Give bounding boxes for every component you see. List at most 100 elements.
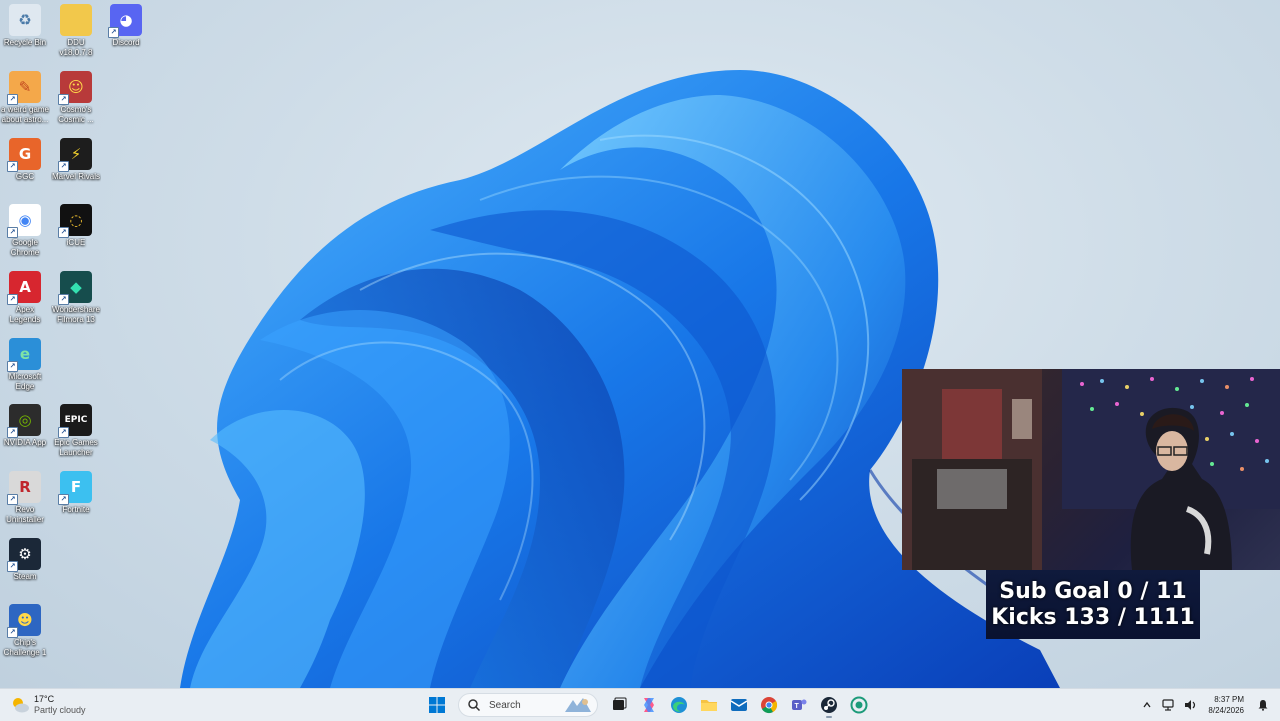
svg-text:T: T <box>795 703 800 710</box>
discord-icon: ◕ ↗ <box>108 4 142 38</box>
taskbar-chrome-button[interactable] <box>756 692 782 718</box>
shortcut-arrow-icon: ↗ <box>58 427 69 438</box>
outlook-button[interactable] <box>726 692 752 718</box>
partly-cloudy-icon <box>10 695 30 715</box>
volume-button[interactable] <box>1182 696 1200 714</box>
shortcut-arrow-icon: ↗ <box>7 627 18 638</box>
desktop-icon-label: Google Chrome <box>10 238 40 257</box>
desktop-icon-icue[interactable]: ◌ ↗ iCUE <box>51 204 101 248</box>
chrome-icon <box>761 697 778 714</box>
network-button[interactable] <box>1160 696 1178 714</box>
desktop-icon-steam[interactable]: ⚙ ↗ Steam <box>0 538 50 582</box>
taskbar-search[interactable]: Search <box>458 693 598 717</box>
start-icon <box>429 697 445 713</box>
desktop-icon-marvel-rivals[interactable]: ⚡ ↗ Marvel Rivals <box>51 138 101 182</box>
edge-icon <box>671 697 687 713</box>
weather-temperature: 17°C <box>34 694 55 704</box>
sub-goal-text: Sub Goal 0 / 11 <box>999 578 1187 604</box>
taskbar: 17°C Partly cloudy Search T 8:37 PM 8/24… <box>0 688 1280 721</box>
stream-goal-panel: Sub Goal 0 / 11 Kicks 133 / 1111 <box>986 570 1200 639</box>
desktop-icon-cosmo-game[interactable]: ☺ ↗ Cosmo's Cosmic ... <box>51 71 101 125</box>
search-highlight-icon <box>565 698 591 712</box>
taskbar-clock[interactable]: 8:37 PM 8/24/2026 <box>1208 694 1244 716</box>
teams-icon: T <box>792 699 807 710</box>
desktop-icon-fortnite[interactable]: F ↗ Fortnite <box>51 471 101 515</box>
teams-button[interactable]: T <box>786 692 812 718</box>
folder-icon <box>60 4 92 36</box>
notifications-button[interactable] <box>1254 696 1272 714</box>
search-placeholder: Search <box>489 699 521 711</box>
desktop-icon-label: Cosmo's Cosmic ... <box>58 105 94 124</box>
nvidia-icon: ◎ ↗ <box>7 404 41 438</box>
recycle-bin-icon: ♻ <box>9 4 41 36</box>
desktop-icon-label: DDU v18.0.7.8 <box>59 38 93 57</box>
desktop-icon-game[interactable]: ✎ ↗ a weird game about astro... <box>0 71 50 125</box>
file-explorer-icon <box>701 700 717 711</box>
kicks-text: Kicks 133 / 1111 <box>991 604 1195 630</box>
search-icon <box>468 699 481 712</box>
shortcut-arrow-icon: ↗ <box>7 94 18 105</box>
app-icon <box>850 696 868 714</box>
desktop-icon-label: iCUE <box>66 238 86 247</box>
desktop-icon-label: a weird game about astro... <box>0 105 50 124</box>
copilot-button[interactable] <box>636 692 662 718</box>
desktop-icon-label: GGC <box>15 172 35 181</box>
task-view-button[interactable] <box>606 692 632 718</box>
weather-description: Partly cloudy <box>34 705 86 715</box>
desktop-icon-nvidia[interactable]: ◎ ↗ NVIDIA App <box>0 404 50 448</box>
desktop-icon-label: Wondershare Filmora 13 <box>52 305 100 324</box>
chrome-icon: ◉ ↗ <box>7 204 41 238</box>
desktop-icon-epic-games[interactable]: EPIC ↗ Epic Games Launcher <box>51 404 101 458</box>
fortnite-icon: F ↗ <box>58 471 92 505</box>
desktop-icon-recycle-bin[interactable]: ♻ Recycle Bin <box>0 4 50 48</box>
desktop-icon-apex-legends[interactable]: A ↗ Apex Legends <box>0 271 50 325</box>
shortcut-arrow-icon: ↗ <box>58 161 69 172</box>
desktop-icon-label: Discord <box>112 38 140 47</box>
outlook-icon <box>730 699 748 711</box>
shortcut-arrow-icon: ↗ <box>7 294 18 305</box>
desktop-icon-label: Revo Uninstaller <box>6 505 44 524</box>
volume-icon <box>1185 700 1196 710</box>
cosmo-game-icon: ☺ ↗ <box>58 71 92 105</box>
desktop-icon-chrome[interactable]: ◉ ↗ Google Chrome <box>0 204 50 258</box>
shortcut-arrow-icon: ↗ <box>7 227 18 238</box>
start-button[interactable] <box>424 692 450 718</box>
weather-widget[interactable]: 17°C Partly cloudy <box>10 694 86 716</box>
taskbar-center: Search T <box>422 692 874 718</box>
task-view-icon <box>613 697 627 710</box>
shortcut-arrow-icon: ↗ <box>58 294 69 305</box>
taskbar-edge-button[interactable] <box>666 692 692 718</box>
desktop-icon-revo[interactable]: R ↗ Revo Uninstaller <box>0 471 50 525</box>
system-tray: 8:37 PM 8/24/2026 <box>1136 689 1280 721</box>
icue-icon: ◌ ↗ <box>58 204 92 238</box>
desktop-icon-chips-challenge[interactable]: ☻ ↗ Chip's Challenge 1 <box>0 604 50 658</box>
desktop-icon-label: Marvel Rivals <box>51 172 100 181</box>
shortcut-arrow-icon: ↗ <box>7 361 18 372</box>
chevron-up-icon <box>1143 701 1151 708</box>
desktop-icon-discord[interactable]: ◕ ↗ Discord <box>101 4 151 48</box>
bell-icon <box>1258 700 1268 711</box>
desktop-icon-label: Apex Legends <box>9 305 41 324</box>
shortcut-arrow-icon: ↗ <box>108 27 119 38</box>
desktop-icon-filmora[interactable]: ◆ ↗ Wondershare Filmora 13 <box>51 271 101 325</box>
shortcut-arrow-icon: ↗ <box>7 161 18 172</box>
file-explorer-button[interactable] <box>696 692 722 718</box>
steam-icon <box>821 697 837 713</box>
desktop-icon-edge[interactable]: e ↗ Microsoft Edge <box>0 338 50 392</box>
marvel-rivals-icon: ⚡ ↗ <box>58 138 92 172</box>
ggc-icon: G ↗ <box>7 138 41 172</box>
webcam-overlay <box>902 369 1280 570</box>
clock-time: 8:37 PM <box>1214 695 1244 704</box>
desktop-icon-ggc[interactable]: G ↗ GGC <box>0 138 50 182</box>
taskbar-app-button[interactable] <box>846 692 872 718</box>
desktop-icon-label: Recycle Bin <box>3 38 47 47</box>
shortcut-arrow-icon: ↗ <box>7 494 18 505</box>
shortcut-arrow-icon: ↗ <box>58 494 69 505</box>
desktop-icon-folder[interactable]: DDU v18.0.7.8 <box>51 4 101 58</box>
desktop: ♻ Recycle Bin DDU v18.0.7.8 ◕ ↗ Discord ✎ ↗ a we… <box>0 0 1280 688</box>
shortcut-arrow-icon: ↗ <box>58 94 69 105</box>
taskbar-steam-button[interactable] <box>816 692 842 718</box>
show-hidden-icons-button[interactable] <box>1138 696 1156 714</box>
network-icon <box>1162 699 1175 711</box>
apex-legends-icon: A ↗ <box>7 271 41 305</box>
